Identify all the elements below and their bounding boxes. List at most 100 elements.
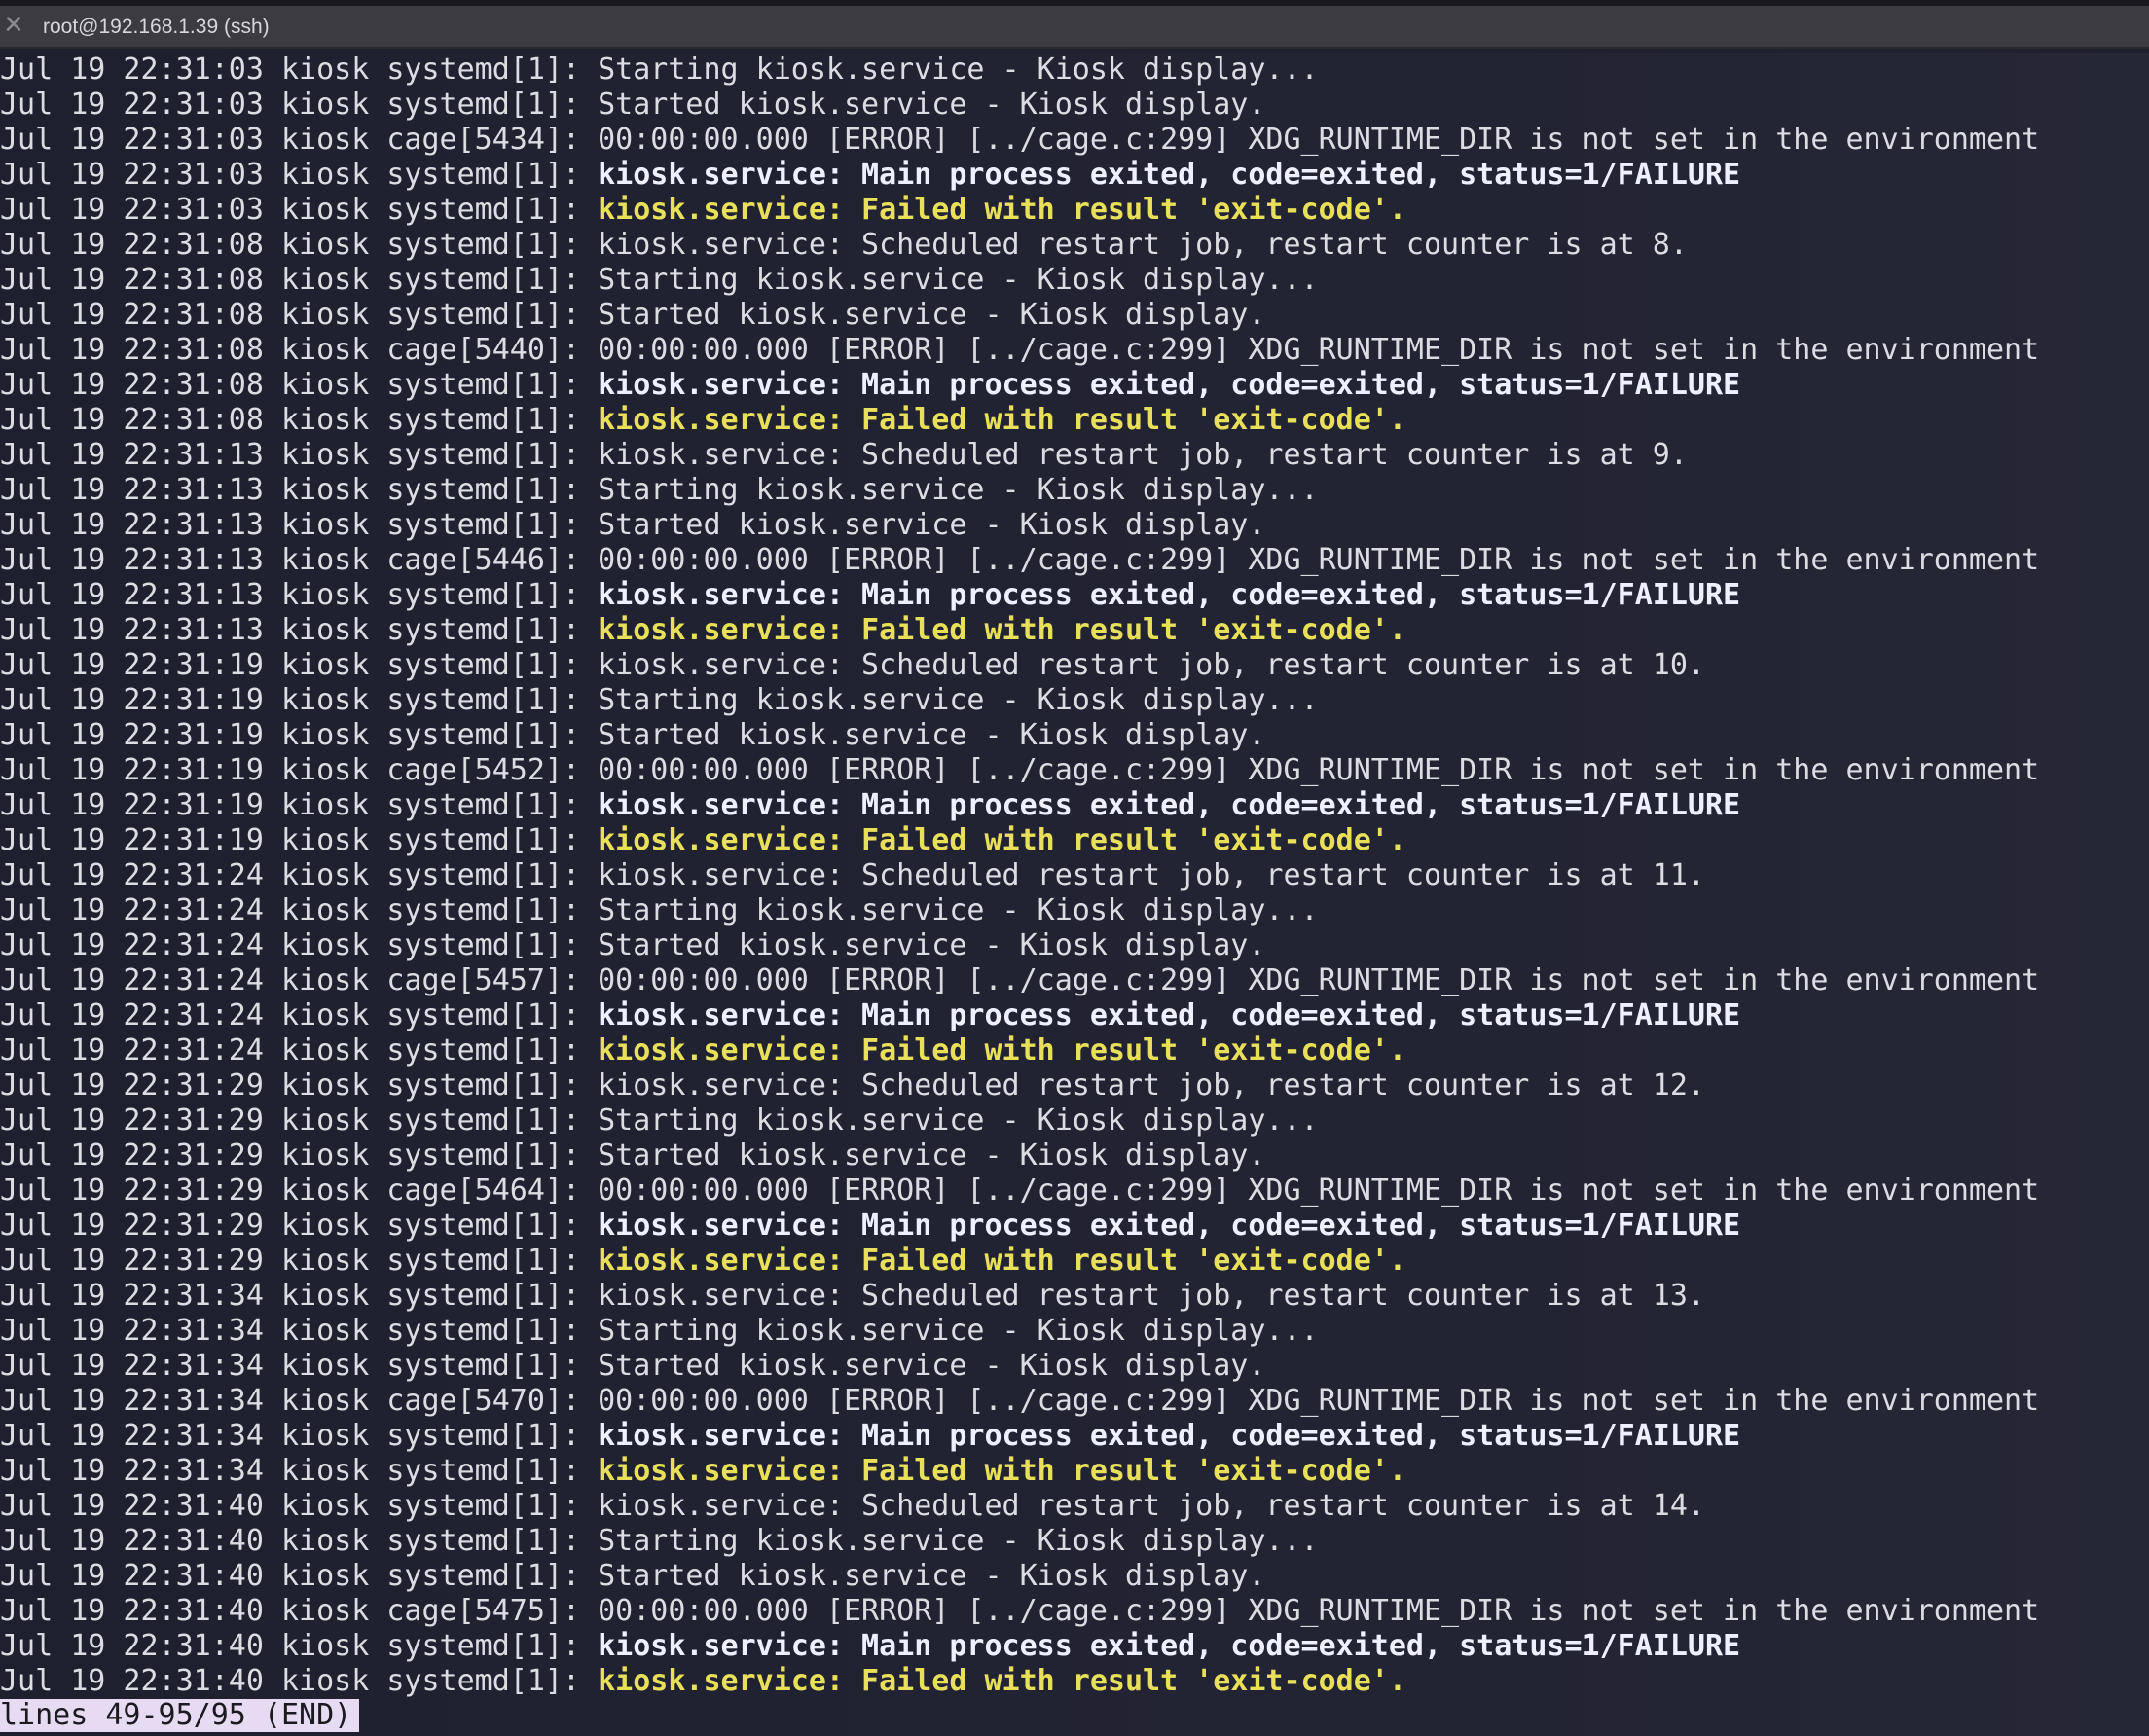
log-line-prefix: Jul 19 22:31:03 kiosk systemd[1]: xyxy=(0,88,599,122)
log-line: Jul 19 22:31:08 kiosk systemd[1]: kiosk.… xyxy=(0,228,1688,263)
log-line: Jul 19 22:31:08 kiosk systemd[1]: Starti… xyxy=(0,263,1319,298)
log-line-prefix: Jul 19 22:31:03 kiosk systemd[1]: xyxy=(0,158,599,192)
log-line: Jul 19 22:31:29 kiosk cage[5464]: 00:00:… xyxy=(0,1174,2039,1209)
log-line-prefix: Jul 19 22:31:03 kiosk systemd[1]: xyxy=(0,193,599,227)
log-line: Jul 19 22:31:34 kiosk systemd[1]: kiosk.… xyxy=(0,1419,1740,1454)
log-line-message: Started kiosk.service - Kiosk display. xyxy=(598,508,1266,542)
log-line-prefix: Jul 19 22:31:24 kiosk systemd[1]: xyxy=(0,858,599,892)
log-line: Jul 19 22:31:13 kiosk systemd[1]: kiosk.… xyxy=(0,613,1406,648)
log-line: Jul 19 22:31:03 kiosk systemd[1]: kiosk.… xyxy=(0,193,1406,228)
log-line-prefix: Jul 19 22:31:13 kiosk systemd[1]: xyxy=(0,473,599,507)
log-line-prefix: Jul 19 22:31:13 kiosk systemd[1]: xyxy=(0,438,599,472)
log-line: Jul 19 22:31:19 kiosk systemd[1]: Starte… xyxy=(0,718,1265,753)
log-line-message: kiosk.service: Main process exited, code… xyxy=(598,998,1741,1032)
log-line: Jul 19 22:31:34 kiosk cage[5470]: 00:00:… xyxy=(0,1384,2039,1419)
terminal-output[interactable]: Jul 19 22:31:03 kiosk systemd[1]: Starti… xyxy=(0,53,2149,1736)
log-line: Jul 19 22:31:24 kiosk systemd[1]: kiosk.… xyxy=(0,1033,1406,1068)
terminal-window: ✕ root@192.168.1.39 (ssh) Jul 19 22:31:0… xyxy=(0,0,2149,1736)
log-line-prefix: Jul 19 22:31:34 kiosk systemd[1]: xyxy=(0,1454,599,1488)
log-line-prefix: Jul 19 22:31:34 kiosk systemd[1]: xyxy=(0,1279,599,1313)
log-line-message: Starting kiosk.service - Kiosk display..… xyxy=(598,893,1319,927)
close-icon[interactable]: ✕ xyxy=(2,13,25,38)
log-line: Jul 19 22:31:03 kiosk systemd[1]: kiosk.… xyxy=(0,158,1740,193)
log-line: Jul 19 22:31:34 kiosk systemd[1]: kiosk.… xyxy=(0,1454,1406,1489)
log-line-prefix: Jul 19 22:31:34 kiosk cage[5470]: xyxy=(0,1384,599,1418)
log-line-prefix: Jul 19 22:31:40 kiosk systemd[1]: xyxy=(0,1664,599,1698)
log-line-prefix: Jul 19 22:31:19 kiosk systemd[1]: xyxy=(0,788,599,822)
log-line-prefix: Jul 19 22:31:29 kiosk cage[5464]: xyxy=(0,1174,599,1208)
log-line-prefix: Jul 19 22:31:03 kiosk cage[5434]: xyxy=(0,123,599,157)
log-line-prefix: Jul 19 22:31:40 kiosk systemd[1]: xyxy=(0,1629,599,1663)
log-line-prefix: Jul 19 22:31:29 kiosk systemd[1]: xyxy=(0,1244,599,1278)
log-line-prefix: Jul 19 22:31:40 kiosk systemd[1]: xyxy=(0,1559,599,1593)
log-line: Jul 19 22:31:03 kiosk cage[5434]: 00:00:… xyxy=(0,123,2039,158)
log-line: Jul 19 22:31:19 kiosk systemd[1]: kiosk.… xyxy=(0,648,1705,683)
log-line: Jul 19 22:31:40 kiosk systemd[1]: Starte… xyxy=(0,1559,1265,1594)
log-line: Jul 19 22:31:29 kiosk systemd[1]: kiosk.… xyxy=(0,1244,1406,1279)
log-line-message: Started kiosk.service - Kiosk display. xyxy=(598,718,1266,752)
log-line-prefix: Jul 19 22:31:13 kiosk systemd[1]: xyxy=(0,578,599,612)
log-line: Jul 19 22:31:08 kiosk cage[5440]: 00:00:… xyxy=(0,333,2039,368)
log-line: Jul 19 22:31:34 kiosk systemd[1]: Starti… xyxy=(0,1314,1319,1349)
log-line-prefix: Jul 19 22:31:24 kiosk systemd[1]: xyxy=(0,1033,599,1067)
title-bar: ✕ root@192.168.1.39 (ssh) xyxy=(0,6,2149,49)
log-line-prefix: Jul 19 22:31:19 kiosk systemd[1]: xyxy=(0,718,599,752)
log-line-message: kiosk.service: Failed with result 'exit-… xyxy=(598,1454,1406,1488)
log-line-prefix: Jul 19 22:31:19 kiosk cage[5452]: xyxy=(0,753,599,787)
log-line: Jul 19 22:31:29 kiosk systemd[1]: kiosk.… xyxy=(0,1068,1705,1103)
log-line: Jul 19 22:31:40 kiosk systemd[1]: kiosk.… xyxy=(0,1664,1406,1699)
log-line: Jul 19 22:31:34 kiosk systemd[1]: kiosk.… xyxy=(0,1279,1705,1314)
log-line: Jul 19 22:31:13 kiosk systemd[1]: Starte… xyxy=(0,508,1265,543)
log-line-prefix: Jul 19 22:31:40 kiosk systemd[1]: xyxy=(0,1489,599,1523)
log-line-message: Started kiosk.service - Kiosk display. xyxy=(598,1559,1266,1593)
log-line: Jul 19 22:31:29 kiosk systemd[1]: kiosk.… xyxy=(0,1209,1740,1244)
log-line-message: Started kiosk.service - Kiosk display. xyxy=(598,928,1266,962)
log-line: Jul 19 22:31:13 kiosk cage[5446]: 00:00:… xyxy=(0,543,2039,578)
window-title: root@192.168.1.39 (ssh) xyxy=(43,16,270,38)
log-line-prefix: Jul 19 22:31:24 kiosk systemd[1]: xyxy=(0,998,599,1032)
log-line: Jul 19 22:31:03 kiosk systemd[1]: Starte… xyxy=(0,88,1265,123)
log-line-message: 00:00:00.000 [ERROR] [../cage.c:299] XDG… xyxy=(598,1594,2040,1628)
log-line-message: Starting kiosk.service - Kiosk display..… xyxy=(598,1314,1319,1348)
pager-status-line: lines 49-95/95 (END) xyxy=(0,1699,360,1732)
log-line-message: Starting kiosk.service - Kiosk display..… xyxy=(598,263,1319,297)
log-line-message: kiosk.service: Main process exited, code… xyxy=(598,158,1741,192)
log-line-prefix: Jul 19 22:31:34 kiosk systemd[1]: xyxy=(0,1314,599,1348)
log-line-prefix: Jul 19 22:31:24 kiosk cage[5457]: xyxy=(0,963,599,997)
log-line-prefix: Jul 19 22:31:24 kiosk systemd[1]: xyxy=(0,893,599,927)
log-line-prefix: Jul 19 22:31:34 kiosk systemd[1]: xyxy=(0,1419,599,1453)
log-line: Jul 19 22:31:08 kiosk systemd[1]: kiosk.… xyxy=(0,368,1740,403)
log-line-prefix: Jul 19 22:31:08 kiosk systemd[1]: xyxy=(0,368,599,402)
log-line: Jul 19 22:31:19 kiosk systemd[1]: Starti… xyxy=(0,683,1319,718)
log-line-message: kiosk.service: Main process exited, code… xyxy=(598,578,1741,612)
log-line-message: Started kiosk.service - Kiosk display. xyxy=(598,298,1266,332)
log-line-prefix: Jul 19 22:31:13 kiosk cage[5446]: xyxy=(0,543,599,577)
log-line-message: Started kiosk.service - Kiosk display. xyxy=(598,88,1266,122)
log-line-message: 00:00:00.000 [ERROR] [../cage.c:299] XDG… xyxy=(598,753,2040,787)
log-line: Jul 19 22:31:13 kiosk systemd[1]: Starti… xyxy=(0,473,1319,508)
log-line-message: kiosk.service: Failed with result 'exit-… xyxy=(598,1033,1406,1067)
log-line-prefix: Jul 19 22:31:29 kiosk systemd[1]: xyxy=(0,1139,599,1173)
log-line-prefix: Jul 19 22:31:19 kiosk systemd[1]: xyxy=(0,823,599,857)
log-line-message: Starting kiosk.service - Kiosk display..… xyxy=(598,683,1319,717)
log-line: Jul 19 22:31:24 kiosk systemd[1]: Starte… xyxy=(0,928,1265,963)
log-line-prefix: Jul 19 22:31:08 kiosk systemd[1]: xyxy=(0,263,599,297)
log-line-prefix: Jul 19 22:31:08 kiosk cage[5440]: xyxy=(0,333,599,367)
log-line-message: Starting kiosk.service - Kiosk display..… xyxy=(598,473,1319,507)
log-line: Jul 19 22:31:08 kiosk systemd[1]: Starte… xyxy=(0,298,1265,333)
log-line: Jul 19 22:31:19 kiosk cage[5452]: 00:00:… xyxy=(0,753,2039,788)
log-line-message: kiosk.service: Scheduled restart job, re… xyxy=(598,1068,1705,1103)
log-line-message: 00:00:00.000 [ERROR] [../cage.c:299] XDG… xyxy=(598,963,2040,997)
log-line-message: kiosk.service: Scheduled restart job, re… xyxy=(598,438,1688,472)
log-line-prefix: Jul 19 22:31:29 kiosk systemd[1]: xyxy=(0,1068,599,1103)
log-line-message: 00:00:00.000 [ERROR] [../cage.c:299] XDG… xyxy=(598,333,2040,367)
log-line-prefix: Jul 19 22:31:34 kiosk systemd[1]: xyxy=(0,1349,599,1383)
log-line-message: kiosk.service: Scheduled restart job, re… xyxy=(598,1489,1705,1523)
log-line-prefix: Jul 19 22:31:13 kiosk systemd[1]: xyxy=(0,508,599,542)
log-line-message: Starting kiosk.service - Kiosk display..… xyxy=(598,53,1319,87)
log-line: Jul 19 22:31:24 kiosk cage[5457]: 00:00:… xyxy=(0,963,2039,998)
log-line-message: kiosk.service: Scheduled restart job, re… xyxy=(598,858,1705,892)
log-line: Jul 19 22:31:29 kiosk systemd[1]: Starte… xyxy=(0,1139,1265,1174)
log-line-message: kiosk.service: Failed with result 'exit-… xyxy=(598,613,1406,647)
log-line: Jul 19 22:31:03 kiosk systemd[1]: Starti… xyxy=(0,53,1319,88)
